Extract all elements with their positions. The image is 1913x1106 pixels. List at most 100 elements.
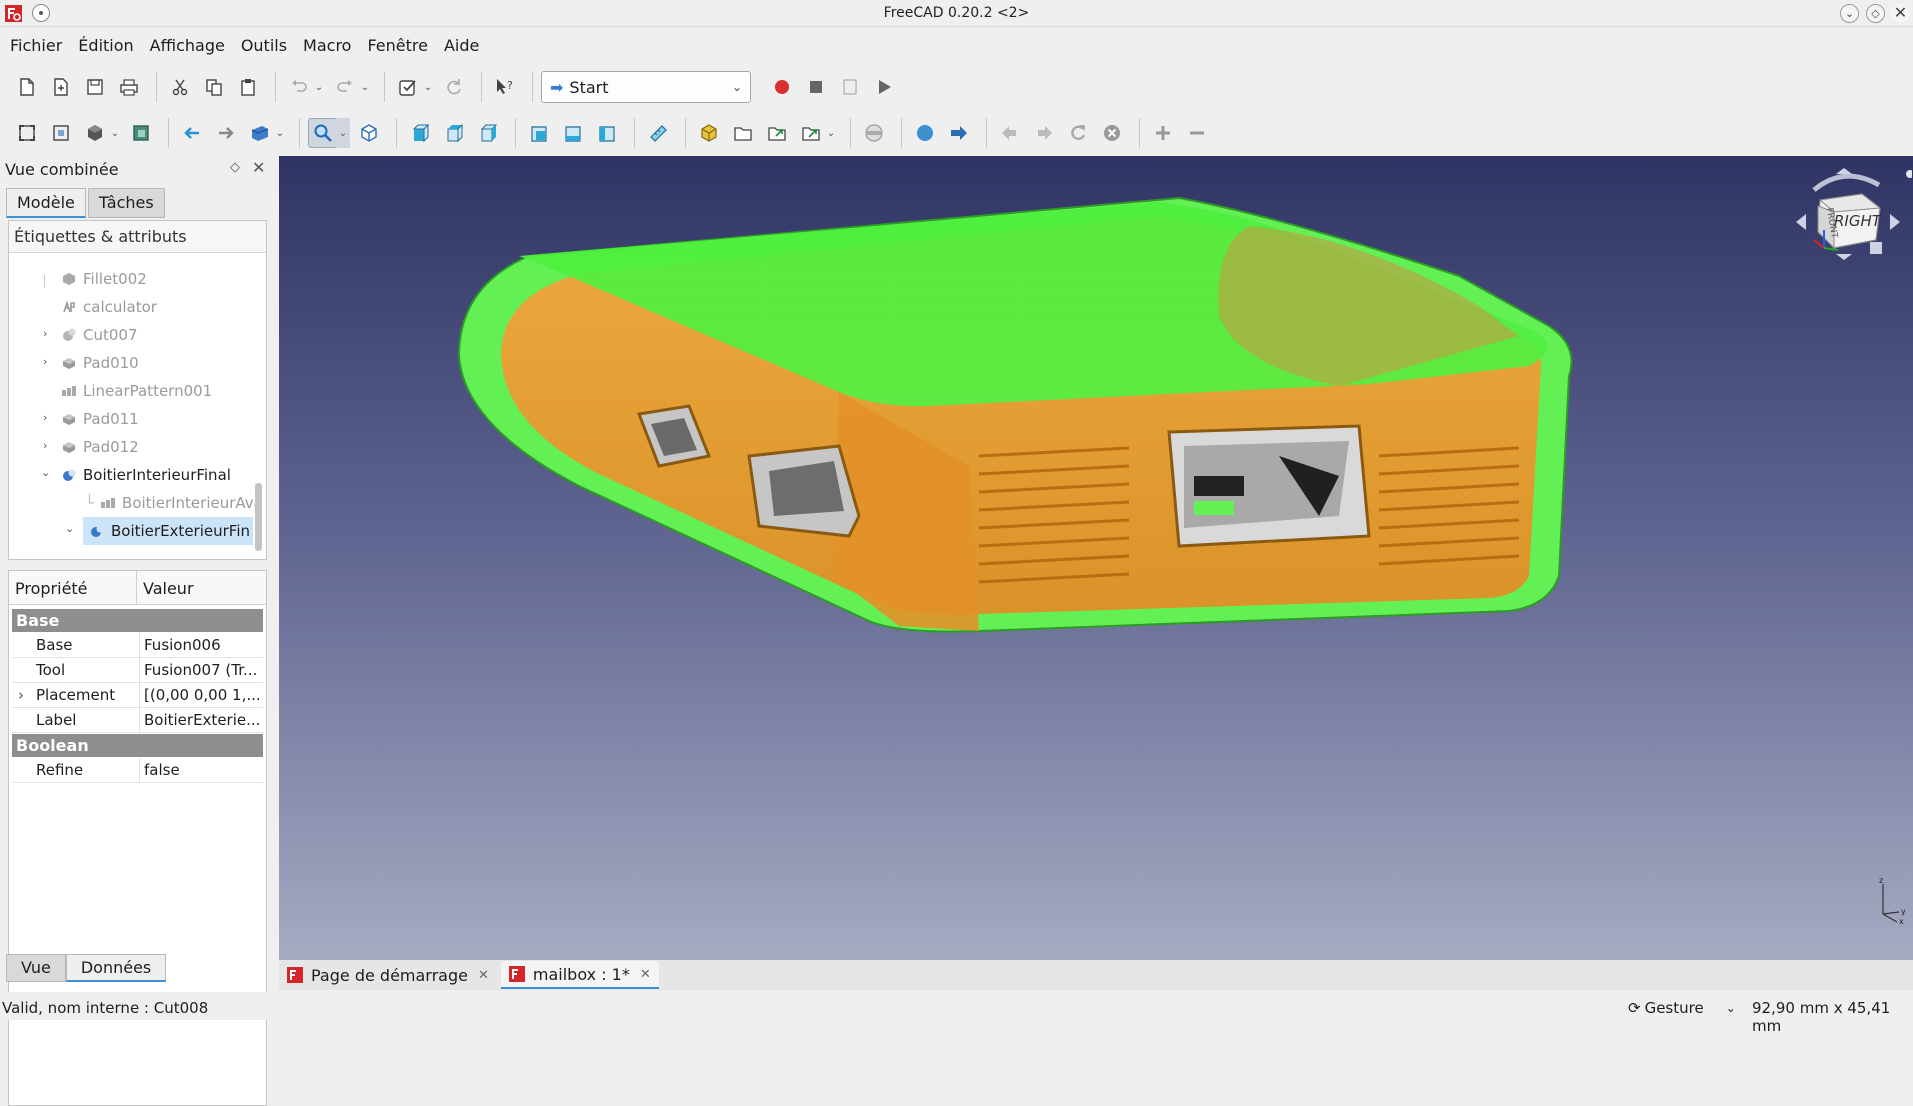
menu-outils[interactable]: Outils [233, 32, 295, 59]
tree-item-linearpattern001[interactable]: LinearPattern001 [61, 377, 212, 405]
tree-item-boitierexterieurfin[interactable]: BoitierExterieurFin [83, 517, 253, 545]
tree-item-pad011[interactable]: Pad011 [61, 405, 139, 433]
refresh-button[interactable] [439, 72, 469, 102]
minimize-button[interactable]: ⌄ [1840, 4, 1859, 23]
create-group-button[interactable] [728, 118, 758, 148]
web-home-button[interactable] [910, 118, 940, 148]
std-views-dropdown[interactable]: ⌄ [273, 118, 287, 148]
tab-donnees[interactable]: Données [65, 954, 167, 982]
chevron-right-icon[interactable]: › [43, 411, 47, 424]
property-row-label[interactable]: Label BoitierExterie... [12, 708, 263, 733]
web-open-button[interactable] [944, 118, 974, 148]
rear-view-button[interactable] [524, 118, 554, 148]
close-panel-icon[interactable]: ✕ [252, 158, 265, 177]
property-value[interactable]: false [144, 761, 262, 779]
macro-record-button[interactable] [767, 72, 797, 102]
tree-item-boitierinterieurava[interactable]: └ BoitierInterieurAva [85, 489, 263, 517]
menu-affichage[interactable]: Affichage [142, 32, 233, 59]
bounding-box-button[interactable] [126, 118, 156, 148]
web-back-button[interactable] [995, 118, 1025, 148]
copy-button[interactable] [199, 72, 229, 102]
tab-mailbox[interactable]: mailbox : 1* ✕ [500, 961, 659, 989]
zoom-dropdown[interactable]: ⌄ [336, 118, 350, 148]
tree-item-pad012[interactable]: Pad012 [61, 433, 139, 461]
zoom-button[interactable] [308, 118, 338, 148]
tab-page-de-demarrage[interactable]: Page de démarrage ✕ [279, 961, 497, 989]
new-file-button[interactable] [12, 72, 42, 102]
property-value[interactable]: Fusion006 [144, 636, 262, 654]
float-panel-icon[interactable]: ◇ [230, 160, 240, 175]
web-zoom-in-button[interactable] [1148, 118, 1178, 148]
create-part-button[interactable] [694, 118, 724, 148]
property-row-tool[interactable]: Tool Fusion007 (Tr... [12, 658, 263, 683]
std-views-button[interactable] [245, 118, 275, 148]
property-group-base[interactable]: Base [12, 609, 263, 632]
fit-selection-button[interactable] [46, 118, 76, 148]
link-button[interactable] [762, 118, 792, 148]
chevron-right-icon[interactable]: › [43, 327, 47, 340]
web-stop-button[interactable] [859, 118, 889, 148]
web-zoom-out-button[interactable] [1182, 118, 1212, 148]
property-value[interactable]: BoitierExterie... [144, 711, 262, 729]
tree-item-pad010[interactable]: Pad010 [61, 349, 139, 377]
view-back-button[interactable] [177, 118, 207, 148]
top-view-button[interactable] [439, 118, 469, 148]
link-actions-button[interactable] [796, 118, 826, 148]
cut-button[interactable] [165, 72, 195, 102]
web-close-button[interactable] [1097, 118, 1127, 148]
macro-stop-button[interactable] [801, 72, 831, 102]
right-view-button[interactable] [473, 118, 503, 148]
close-tab-icon[interactable]: ✕ [640, 967, 651, 982]
chevron-right-icon[interactable]: › [18, 686, 24, 704]
close-window-button[interactable]: ✕ [1891, 4, 1910, 23]
tab-taches[interactable]: Tâches [87, 188, 165, 218]
property-group-boolean[interactable]: Boolean [12, 734, 263, 757]
front-view-button[interactable] [405, 118, 435, 148]
whats-this-button[interactable]: ? [490, 72, 520, 102]
bottom-view-button[interactable] [558, 118, 588, 148]
navigation-cube[interactable]: RIGHT FRONT [1784, 160, 1913, 270]
menu-macro[interactable]: Macro [295, 32, 359, 59]
menu-aide[interactable]: Aide [436, 32, 487, 59]
3d-model[interactable] [279, 156, 1913, 960]
measure-button[interactable] [643, 118, 673, 148]
view-forward-button[interactable] [211, 118, 241, 148]
navigation-style-button[interactable]: ⟳ Gesture ⌄ [1628, 999, 1736, 1017]
draw-style-button[interactable] [80, 118, 110, 148]
undo-button[interactable] [284, 72, 314, 102]
web-forward-button[interactable] [1029, 118, 1059, 148]
tree-item-cut007[interactable]: Cut007 [61, 321, 138, 349]
left-view-button[interactable] [592, 118, 622, 148]
tab-modele[interactable]: Modèle [6, 188, 86, 218]
selection-filter-dropdown[interactable]: ⌄ [421, 72, 435, 102]
close-tab-icon[interactable]: ✕ [478, 968, 489, 983]
chevron-down-icon[interactable]: ⌄ [65, 522, 74, 535]
navcube-face-right[interactable]: RIGHT [1834, 212, 1881, 230]
paste-button[interactable] [233, 72, 263, 102]
undo-dropdown[interactable]: ⌄ [312, 72, 326, 102]
property-value[interactable]: Fusion007 (Tr... [144, 661, 262, 679]
fit-all-button[interactable] [12, 118, 42, 148]
menu-fenetre[interactable]: Fenêtre [359, 32, 436, 59]
redo-dropdown[interactable]: ⌄ [358, 72, 372, 102]
chevron-down-icon[interactable]: ⌄ [41, 466, 50, 479]
property-row-refine[interactable]: Refine false [12, 758, 263, 783]
menu-edition[interactable]: Édition [70, 32, 141, 59]
open-file-button[interactable] [46, 72, 76, 102]
maximize-button[interactable]: ◇ [1866, 4, 1885, 23]
macro-run-button[interactable] [869, 72, 899, 102]
property-row-base[interactable]: Base Fusion006 [12, 633, 263, 658]
3d-viewport[interactable]: RIGHT FRONT z y x [279, 156, 1913, 960]
tab-vue[interactable]: Vue [6, 954, 66, 982]
save-button[interactable] [80, 72, 110, 102]
link-actions-dropdown[interactable]: ⌄ [824, 118, 838, 148]
print-button[interactable] [114, 72, 144, 102]
menu-fichier[interactable]: Fichier [2, 32, 70, 59]
draw-style-dropdown[interactable]: ⌄ [108, 118, 122, 148]
tree-item-fillet002[interactable]: Fillet002 [61, 265, 147, 293]
tree-item-boitierinterieurfinal[interactable]: BoitierInterieurFinal [61, 461, 231, 489]
selection-filter-button[interactable] [393, 72, 423, 102]
macro-edit-button[interactable] [835, 72, 865, 102]
redo-button[interactable] [330, 72, 360, 102]
isometric-view-button[interactable] [354, 118, 384, 148]
